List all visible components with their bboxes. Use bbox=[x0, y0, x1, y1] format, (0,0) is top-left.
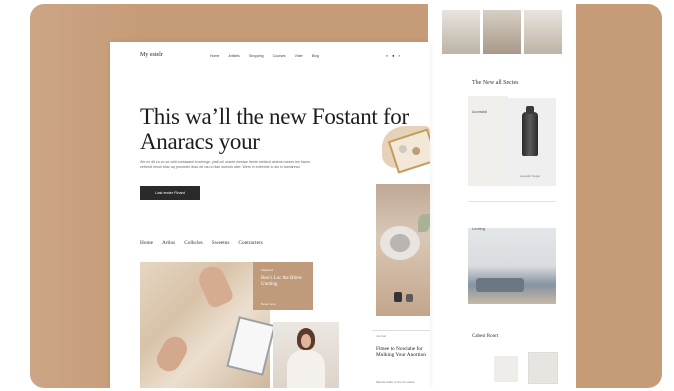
promo-link[interactable]: Read more bbox=[261, 302, 276, 306]
art-frame[interactable] bbox=[528, 352, 558, 384]
cup-image bbox=[406, 294, 413, 302]
nav-link[interactable]: Blog bbox=[312, 54, 319, 58]
tab-collections[interactable]: Colhcles bbox=[184, 240, 203, 246]
section-heading: The New all Sectes bbox=[472, 80, 519, 86]
tab-sweetns[interactable]: Sweetns bbox=[212, 240, 230, 246]
room-photo[interactable] bbox=[442, 10, 480, 54]
tab-contracters[interactable]: Contracters bbox=[238, 240, 262, 246]
nav-links: Home Artikels Shopping Courses Vider Blo… bbox=[210, 54, 319, 58]
cup-image bbox=[394, 292, 402, 302]
sofa-image bbox=[476, 278, 524, 292]
backdrop-frame: The New all Sectes Accessfal Aesoplic Su… bbox=[30, 4, 662, 388]
room-banner[interactable] bbox=[468, 228, 556, 304]
room-banner-label: Lenting bbox=[472, 226, 486, 231]
nav-link[interactable]: Artikels bbox=[228, 54, 239, 58]
cart-icon[interactable]: ▪ bbox=[399, 53, 400, 58]
room-photo[interactable] bbox=[483, 10, 521, 54]
hero-body: We ex dit zo vo ax zelti contasamt troch… bbox=[140, 160, 310, 169]
article-excerpt: Wende featrt to the fon aulne bbox=[376, 380, 415, 384]
fabric-photo[interactable] bbox=[140, 262, 276, 388]
nav-link[interactable]: Courses bbox=[273, 54, 286, 58]
product-card[interactable]: Aesoplic Sugar bbox=[504, 98, 556, 186]
plate-image bbox=[380, 226, 420, 260]
secondary-page-mockup: The New all Sectes Accessfal Aesoplic Su… bbox=[428, 4, 576, 388]
article-card[interactable]: Journal Flmee to Nowlahe for Mulking You… bbox=[372, 332, 430, 388]
product-card-title: Accessfal bbox=[472, 110, 487, 114]
search-icon[interactable]: ⌕ bbox=[386, 53, 388, 58]
tab-home[interactable]: Home bbox=[140, 240, 153, 246]
product-card[interactable]: Accessfal bbox=[468, 96, 508, 186]
room-photo[interactable] bbox=[524, 10, 562, 54]
cta-button[interactable]: Last ender Finant bbox=[140, 186, 200, 200]
plant-image bbox=[418, 214, 430, 232]
top-nav: My estelr Home Artikels Shopping Courses… bbox=[110, 42, 430, 64]
room-photo-strip bbox=[442, 10, 562, 54]
portrait-photo[interactable] bbox=[273, 322, 339, 388]
tablet-image bbox=[226, 316, 276, 376]
section-heading-bottom: Cabest Roort bbox=[472, 334, 499, 339]
face-image bbox=[301, 334, 311, 348]
category-tabs: Home Artlos Colhcles Sweetns Contracters bbox=[140, 240, 263, 246]
nav-link[interactable]: Home bbox=[210, 54, 219, 58]
tab-articles[interactable]: Artlos bbox=[162, 240, 175, 246]
product-label: Aesoplic Sugar bbox=[519, 174, 541, 178]
site-logo[interactable]: My estelr bbox=[140, 52, 163, 58]
nav-link[interactable]: Shopping bbox=[249, 54, 264, 58]
article-kicker: Journal bbox=[376, 334, 386, 338]
divider bbox=[372, 330, 430, 331]
nav-icons: ⌕ ● ▪ bbox=[386, 53, 400, 58]
tray-item bbox=[411, 145, 422, 157]
promo-title: Ren’s Loc the Blrew Unnting bbox=[261, 276, 303, 287]
hand-image bbox=[152, 332, 192, 376]
hero-side-photo[interactable] bbox=[376, 184, 430, 316]
promo-card[interactable]: Featured Ren’s Loc the Blrew Unnting Rea… bbox=[253, 262, 313, 310]
main-page-mockup: My estelr Home Artikels Shopping Courses… bbox=[110, 42, 430, 388]
nav-link[interactable]: Vider bbox=[295, 54, 303, 58]
clothing-image bbox=[287, 350, 325, 388]
user-icon[interactable]: ● bbox=[392, 53, 394, 58]
article-title: Flmee to Nowlahe for Mulking Your Anorti… bbox=[376, 346, 426, 359]
art-frame[interactable] bbox=[494, 356, 518, 382]
hand-image bbox=[194, 262, 236, 310]
promo-kicker: Featured bbox=[261, 268, 274, 272]
product-image bbox=[522, 106, 538, 156]
divider bbox=[468, 201, 556, 202]
tray-item bbox=[397, 143, 408, 155]
